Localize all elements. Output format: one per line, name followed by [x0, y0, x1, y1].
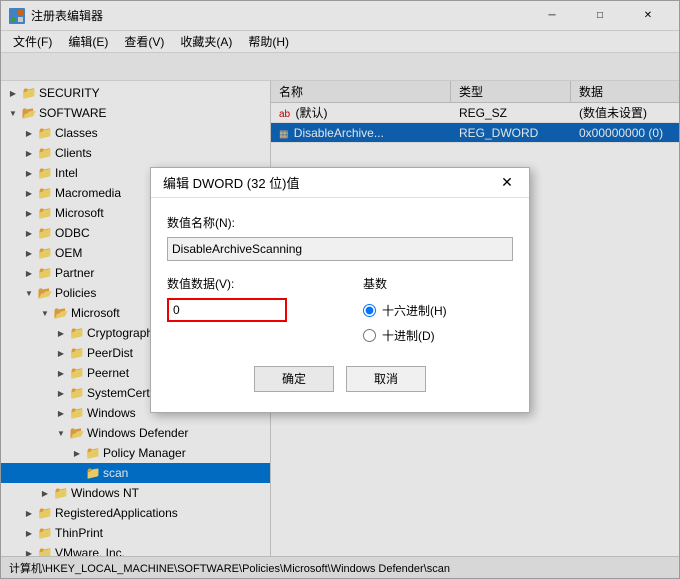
field-name-input[interactable]: [167, 237, 513, 261]
radio-hex-label[interactable]: 十六进制(H): [363, 302, 513, 319]
dialog-buttons: 确定 取消: [167, 358, 513, 396]
dialog-data-row: 数值数据(V): 基数 十六进制(H): [167, 275, 513, 344]
field-name-label: 数值名称(N):: [167, 214, 513, 231]
radio-dec-label[interactable]: 十进制(D): [363, 327, 513, 344]
dialog: 编辑 DWORD (32 位)值 ✕ 数值名称(N): 数值数据(V):: [150, 167, 530, 413]
radio-hex-text: 十六进制(H): [382, 302, 447, 319]
base-label: 基数: [363, 275, 513, 292]
radio-dec-text: 十进制(D): [382, 327, 435, 344]
main-window: 注册表编辑器 ─ □ ✕ 文件(F) 编辑(E) 查看(V) 收藏夹(A) 帮助…: [0, 0, 680, 579]
dialog-close-button[interactable]: ✕: [497, 172, 517, 192]
value-input-wrapper: [167, 298, 347, 322]
dialog-title: 编辑 DWORD (32 位)值: [163, 173, 300, 192]
radio-hex[interactable]: [363, 304, 376, 317]
dialog-cancel-button[interactable]: 取消: [346, 366, 426, 392]
field-data-input[interactable]: [167, 298, 287, 322]
dialog-right: 基数 十六进制(H) 十进制(D): [363, 275, 513, 344]
dialog-overlay: 编辑 DWORD (32 位)值 ✕ 数值名称(N): 数值数据(V):: [1, 1, 679, 578]
dialog-left: 数值数据(V):: [167, 275, 347, 344]
dialog-title-bar: 编辑 DWORD (32 位)值 ✕: [151, 168, 529, 198]
field-data-label: 数值数据(V):: [167, 275, 347, 292]
dialog-ok-button[interactable]: 确定: [254, 366, 334, 392]
radio-dec[interactable]: [363, 329, 376, 342]
radio-group: 十六进制(H) 十进制(D): [363, 298, 513, 344]
dialog-body: 数值名称(N): 数值数据(V): 基数: [151, 198, 529, 412]
